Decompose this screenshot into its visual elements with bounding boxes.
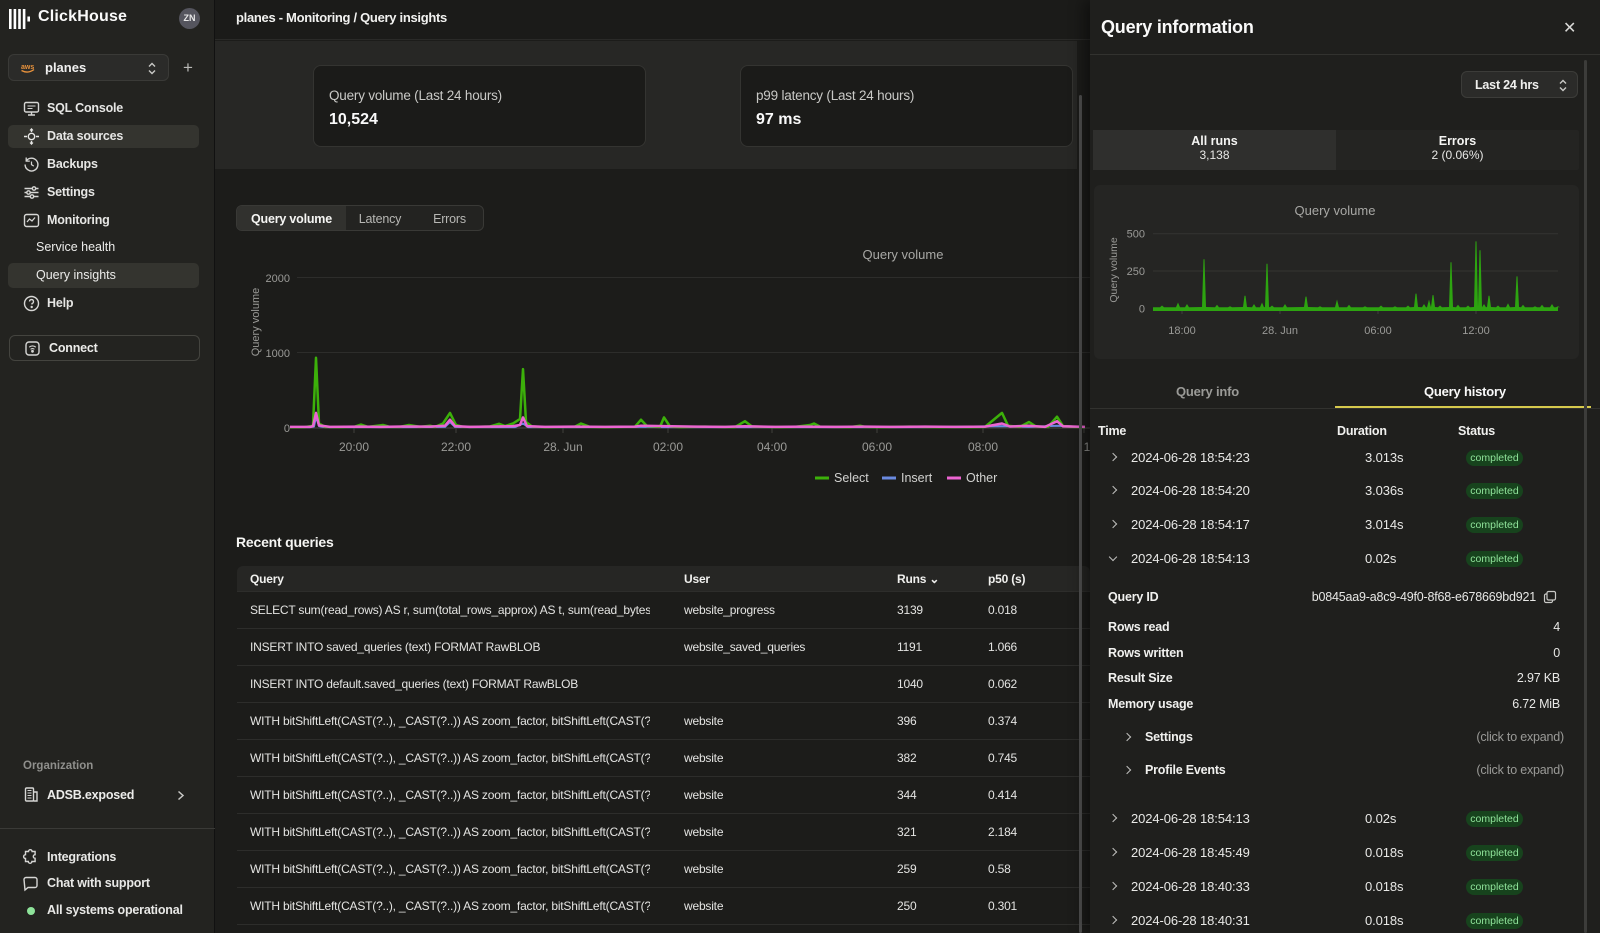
- svg-text:22:00: 22:00: [441, 440, 471, 454]
- svg-text:Other: Other: [966, 471, 997, 485]
- svg-text:28. Jun: 28. Jun: [1262, 325, 1298, 337]
- svg-text:06:00: 06:00: [862, 440, 892, 454]
- svg-text:Query volume: Query volume: [1295, 203, 1376, 218]
- svg-text:0: 0: [1139, 304, 1145, 316]
- svg-text:0: 0: [284, 423, 290, 435]
- svg-text:08:00: 08:00: [968, 440, 998, 454]
- svg-text:Query volume: Query volume: [250, 288, 262, 356]
- svg-text:06:00: 06:00: [1364, 325, 1392, 337]
- svg-text:Query volume: Query volume: [863, 247, 944, 262]
- svg-text:1000: 1000: [266, 348, 290, 360]
- svg-text:Insert: Insert: [901, 471, 933, 485]
- svg-text:500: 500: [1127, 229, 1145, 241]
- svg-text:02:00: 02:00: [653, 440, 683, 454]
- svg-text:18:00: 18:00: [1168, 325, 1196, 337]
- svg-text:12:00: 12:00: [1462, 325, 1490, 337]
- svg-text:Query volume: Query volume: [1108, 237, 1120, 303]
- svg-text:2000: 2000: [266, 273, 290, 285]
- svg-text:250: 250: [1127, 266, 1145, 278]
- svg-text:20:00: 20:00: [339, 440, 369, 454]
- svg-text:28. Jun: 28. Jun: [543, 440, 582, 454]
- svg-text:Select: Select: [834, 471, 869, 485]
- svg-text:04:00: 04:00: [757, 440, 787, 454]
